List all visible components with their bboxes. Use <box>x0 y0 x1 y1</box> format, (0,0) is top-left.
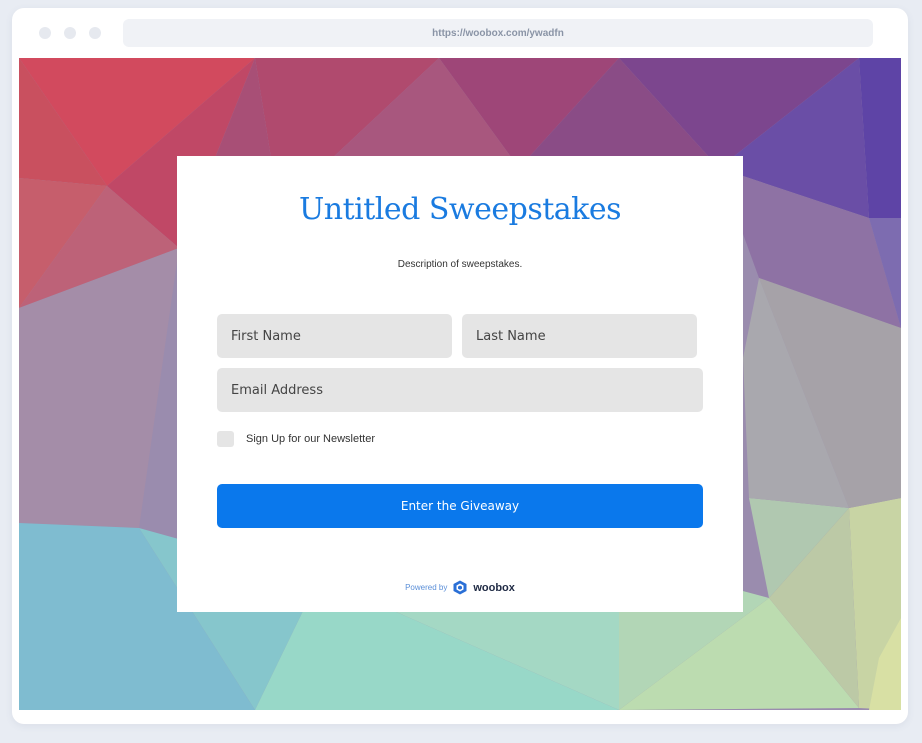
first-name-field[interactable] <box>217 314 452 358</box>
window-dot-maximize[interactable] <box>89 27 101 39</box>
window-dot-close[interactable] <box>39 27 51 39</box>
email-field[interactable] <box>217 368 703 412</box>
page-title: Untitled Sweepstakes <box>298 192 622 227</box>
newsletter-checkbox[interactable] <box>217 431 234 447</box>
enter-giveaway-button[interactable]: Enter the Giveaway <box>217 484 703 528</box>
url-text: https://woobox.com/ywadfn <box>432 27 564 39</box>
newsletter-label: Sign Up for our Newsletter <box>246 433 375 445</box>
address-bar[interactable]: https://woobox.com/ywadfn <box>123 19 873 47</box>
browser-window: https://woobox.com/ywadfn Untitled Sweep… <box>12 8 908 724</box>
powered-by-footer[interactable]: Powered by woobox <box>177 580 743 595</box>
window-dot-minimize[interactable] <box>64 27 76 39</box>
sweepstakes-form-card: Untitled Sweepstakes Description of swee… <box>177 156 743 612</box>
page-viewport: Untitled Sweepstakes Description of swee… <box>19 58 901 710</box>
window-controls <box>39 27 101 39</box>
woobox-brand: woobox <box>473 581 515 594</box>
woobox-logo-icon <box>453 580 467 595</box>
powered-by-text: Powered by <box>405 583 448 592</box>
last-name-field[interactable] <box>462 314 697 358</box>
description-text: Description of sweepstakes. <box>397 259 523 270</box>
